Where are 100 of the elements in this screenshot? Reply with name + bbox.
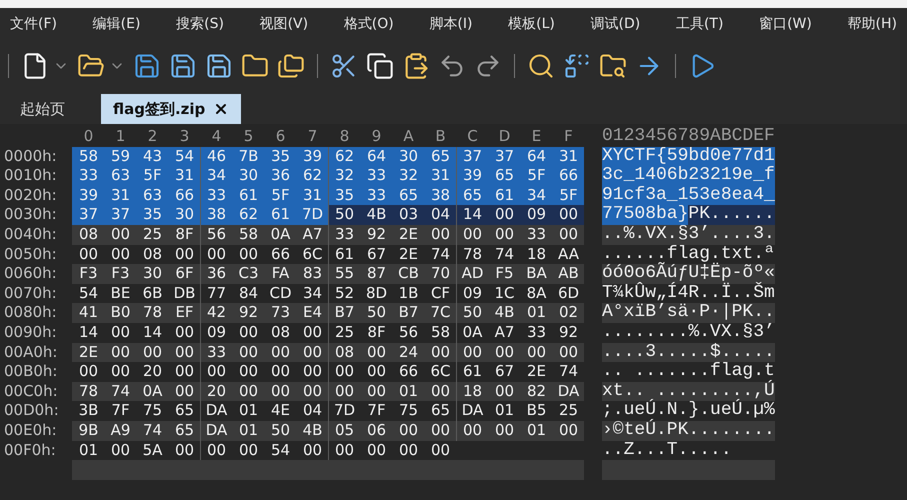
- hex-byte: FA: [270, 264, 290, 284]
- hex-byte: 61: [264, 205, 296, 225]
- hex-byte: 61: [488, 186, 520, 206]
- hex-byte: 37: [456, 146, 488, 166]
- hex-byte: 37: [488, 146, 520, 166]
- hex-byte: 6C: [429, 362, 452, 382]
- hex-byte: 5F: [264, 186, 296, 206]
- hex-byte: 63: [104, 166, 136, 186]
- ascii-text: ;.ueÚ.N.}.ueÚ.µ%: [602, 401, 775, 420]
- hex-byte: 08: [142, 244, 164, 264]
- hex-byte: 31: [168, 166, 200, 186]
- menu-item[interactable]: 模板(L): [508, 15, 555, 33]
- hex-byte: 00: [174, 322, 196, 343]
- folders-icon[interactable]: [277, 52, 305, 80]
- file-tab[interactable]: flag签到.zip: [101, 94, 242, 124]
- save-as-icon[interactable]: [169, 52, 197, 80]
- menu-item[interactable]: 调试(D): [590, 15, 640, 33]
- offset-label: 0080h:: [3, 303, 58, 323]
- column-header: E: [530, 127, 542, 147]
- menu-item[interactable]: 文件(F): [10, 15, 57, 33]
- hex-byte: 00: [552, 205, 584, 225]
- hex-byte: 92: [366, 224, 388, 245]
- menu-item[interactable]: 编辑(E): [92, 15, 140, 33]
- replace-icon[interactable]: [563, 52, 591, 80]
- hex-byte: AD: [456, 264, 488, 284]
- hex-byte: 62: [328, 146, 360, 166]
- hex-byte: 66: [168, 186, 200, 206]
- hex-byte: 35: [136, 205, 168, 225]
- hex-byte: 00: [430, 382, 452, 402]
- hex-byte: B5: [526, 401, 548, 421]
- copy-icon[interactable]: [366, 52, 394, 80]
- menu-item[interactable]: 视图(V): [260, 15, 308, 33]
- hex-byte: 43: [136, 146, 168, 166]
- hex-byte: 06: [366, 420, 388, 440]
- hex-byte: 00: [558, 224, 580, 245]
- hex-byte: 00: [238, 244, 260, 264]
- hex-byte: 37: [72, 205, 104, 225]
- hex-byte: 00: [110, 224, 132, 245]
- hex-byte: 01: [238, 401, 260, 421]
- save-all-icon[interactable]: [205, 52, 233, 80]
- hex-byte: 2E: [78, 342, 100, 362]
- ascii-text: XYCTF{59bd0e77d1: [602, 146, 775, 166]
- hex-byte: 6D: [556, 284, 580, 304]
- folder-search-icon[interactable]: [599, 52, 627, 80]
- hex-byte: 0A: [142, 382, 164, 402]
- hex-byte: 35: [264, 146, 296, 166]
- offset-label: 0090h:: [3, 322, 58, 343]
- hex-byte: 9B: [78, 420, 100, 440]
- hex-byte: 4B: [494, 303, 516, 323]
- ascii-text: ..%.VX.§3’....3.: [602, 224, 775, 245]
- hex-byte: 00: [270, 382, 292, 402]
- hex-byte: 58: [238, 224, 260, 245]
- hex-byte: DB: [172, 284, 196, 304]
- offset-label: 0030h:: [3, 205, 58, 225]
- hex-byte: CB: [397, 264, 420, 284]
- hex-byte: 00: [302, 362, 324, 382]
- menu-item[interactable]: 格式(O): [344, 15, 394, 33]
- menu-item[interactable]: 窗口(W): [759, 15, 812, 33]
- hex-byte: 00: [270, 362, 292, 382]
- hex-byte: 30: [392, 146, 424, 166]
- hex-byte: 00: [398, 420, 420, 440]
- offset-label: 0010h:: [3, 166, 58, 186]
- search-icon[interactable]: [527, 52, 555, 80]
- ascii-text: .. .......flag.t: [602, 362, 775, 382]
- hex-byte: 00: [558, 342, 580, 362]
- offset-label: 0000h:: [3, 146, 58, 166]
- hex-byte: 14: [456, 205, 488, 225]
- menu-item[interactable]: 帮助(H): [848, 15, 897, 33]
- save-icon[interactable]: [133, 52, 161, 80]
- hex-byte: 5A: [142, 440, 164, 460]
- hex-byte: 73: [270, 303, 292, 323]
- hex-byte: 24: [398, 342, 420, 362]
- column-header: 2: [146, 127, 158, 147]
- ascii-text: ›©teÚ.PK........: [602, 420, 775, 440]
- hex-byte: F3: [110, 264, 131, 284]
- hex-byte: 34: [520, 186, 552, 206]
- hex-byte: 36: [200, 264, 232, 284]
- hex-byte: 00: [174, 244, 196, 264]
- hex-byte: 00: [456, 342, 488, 362]
- hex-byte: 32: [328, 166, 360, 186]
- column-header: 8: [338, 127, 350, 147]
- hex-byte: 1C: [493, 284, 516, 304]
- hex-byte: 00: [398, 440, 420, 460]
- hex-byte: F5: [494, 264, 515, 284]
- column-header: F: [563, 127, 574, 147]
- hex-byte: 38: [200, 205, 232, 225]
- hex-byte: 00: [366, 382, 388, 402]
- offset-label: 0060h:: [3, 264, 58, 284]
- ascii-text: PK......: [688, 205, 775, 225]
- hex-byte: 00: [302, 440, 324, 460]
- hex-byte: 74: [494, 244, 516, 264]
- menu-item[interactable]: 脚本(I): [429, 15, 472, 33]
- hex-byte: 35: [328, 186, 360, 206]
- file-tab[interactable]: 起始页: [8, 94, 77, 124]
- hex-byte: 00: [238, 342, 260, 362]
- hex-byte: 8D: [364, 284, 388, 304]
- hex-byte: 08: [328, 342, 360, 362]
- menu-item[interactable]: 搜索(S): [176, 15, 224, 33]
- menu-item[interactable]: 工具(T): [676, 15, 724, 33]
- hex-byte: A9: [110, 420, 132, 440]
